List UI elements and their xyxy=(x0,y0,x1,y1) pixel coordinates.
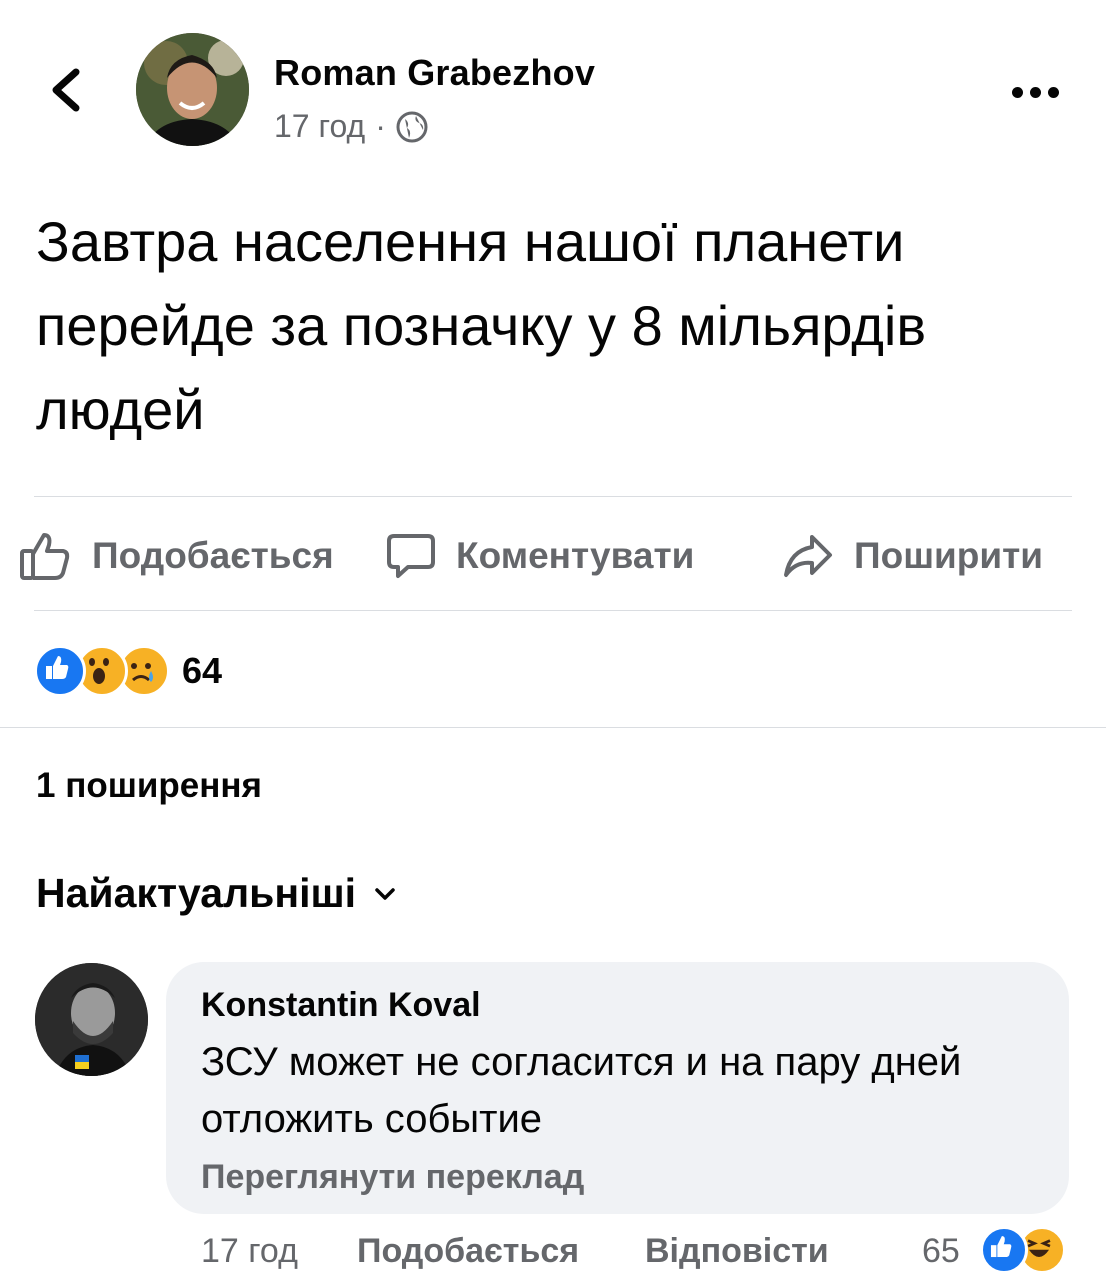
chevron-down-icon xyxy=(375,887,395,900)
see-translation-link[interactable]: Переглянути переклад xyxy=(201,1158,584,1197)
author-avatar[interactable] xyxy=(136,33,249,146)
comment-author-name[interactable]: Konstantin Koval xyxy=(201,986,481,1025)
share-label: Поширити xyxy=(854,535,1043,576)
comment-reply-button[interactable]: Відповісти xyxy=(645,1232,829,1271)
more-dot xyxy=(1048,86,1059,98)
section-divider xyxy=(0,727,1106,728)
post-text: Завтра населення нашої планети перейде з… xyxy=(36,210,927,441)
sort-label: Найактуальніші xyxy=(36,870,357,916)
share-arrow-icon xyxy=(784,535,832,577)
comment-label: Коментувати xyxy=(456,535,695,576)
comment-reaction-count[interactable]: 65 xyxy=(922,1232,960,1271)
post-time[interactable]: 17 год xyxy=(274,108,365,145)
comment-text: ЗСУ может не согласится и на пару дней о… xyxy=(201,1040,962,1141)
comment-button[interactable]: Коментувати xyxy=(386,526,694,586)
post-meta: 17 год · xyxy=(274,108,428,145)
comment-reactions[interactable] xyxy=(980,1226,1066,1274)
chevron-left-icon xyxy=(52,68,80,112)
comment-sort-dropdown[interactable]: Найактуальніші xyxy=(36,870,396,917)
reaction-count: 64 xyxy=(182,650,223,691)
share-button[interactable]: Поширити xyxy=(782,526,1043,586)
reactions-summary[interactable]: 64 xyxy=(34,645,223,697)
globe-icon xyxy=(396,111,428,142)
like-icon xyxy=(980,1226,1028,1274)
more-dot xyxy=(1012,86,1023,98)
more-options-button[interactable] xyxy=(1012,78,1064,106)
like-label: Подобається xyxy=(92,535,334,576)
comment-time[interactable]: 17 год xyxy=(201,1232,298,1271)
like-icon xyxy=(34,645,86,697)
back-button[interactable] xyxy=(44,60,94,120)
post-author-name[interactable]: Roman Grabezhov xyxy=(274,52,595,94)
commenter-avatar[interactable] xyxy=(35,963,148,1076)
meta-separator: · xyxy=(375,108,386,144)
divider xyxy=(34,610,1072,611)
comment-bubble-icon xyxy=(387,534,435,578)
divider xyxy=(34,496,1072,497)
thumbs-up-icon xyxy=(20,533,70,580)
shares-count[interactable]: 1 поширення xyxy=(36,766,262,806)
like-button[interactable]: Подобається xyxy=(18,526,334,586)
more-dot xyxy=(1030,86,1041,98)
comment-like-button[interactable]: Подобається xyxy=(357,1232,579,1271)
